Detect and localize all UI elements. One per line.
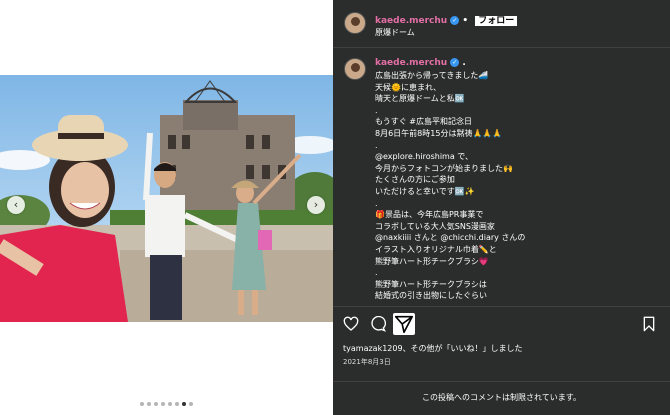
carousel-dot xyxy=(161,402,165,406)
carousel-dot xyxy=(175,402,179,406)
caption-line: 熊野筆ハート形チークブラシは xyxy=(375,279,487,289)
carousel-next-button[interactable]: › xyxy=(307,196,325,214)
carousel-dot xyxy=(189,402,193,406)
caption-line: 晴天と原爆ドームと私🆗 xyxy=(375,94,465,104)
comments-disabled-notice: この投稿へのコメントは制限されています。 xyxy=(333,381,670,415)
caption-line: . xyxy=(375,140,378,150)
post-side-panel: kaede.merchu ✓ • フォロー 原爆ドーム kaede.merchu ✓… xyxy=(333,0,670,415)
carousel-dot xyxy=(140,402,144,406)
caption-line: たくさんの方にご参加 xyxy=(375,175,455,185)
carousel-indicator xyxy=(0,402,333,406)
caption-line: 今月からフォトコンが始まりました🙌 xyxy=(375,163,513,173)
follow-button[interactable]: フォロー xyxy=(475,16,518,26)
caption-line: コラボしている大人気SNS漫画家 xyxy=(375,221,495,231)
caption-line: . xyxy=(375,268,378,278)
caption-area: kaede.merchu ✓ . 広島出張から帰ってきました🚄 天候🌞に恵まれ、晴天… xyxy=(333,49,670,307)
paper-plane-icon[interactable] xyxy=(393,313,415,335)
post-photo[interactable]: ‹ › xyxy=(0,75,333,322)
heart-icon[interactable] xyxy=(343,316,359,332)
action-bar xyxy=(333,308,670,340)
verified-badge-icon: ✓ xyxy=(450,16,460,25)
location-link[interactable]: 原爆ドーム xyxy=(375,27,415,38)
bookmark-icon[interactable] xyxy=(641,316,657,332)
photo-illustration xyxy=(0,75,333,322)
header-username: kaede.merchu ✓ • フォロー xyxy=(375,13,518,26)
caption-line: @naxkiiii さんと @chicchi.diary さんの xyxy=(375,233,526,243)
caption-username: kaede.merchu ✓ . xyxy=(375,58,466,68)
caption-line: 熊野筆ハート形チークブラシ💗 xyxy=(375,256,489,266)
caption-line: 🎁景品は、今年広島PR事業で xyxy=(375,210,484,220)
caption-line: . xyxy=(375,105,378,115)
verified-badge-icon: ✓ xyxy=(450,58,460,67)
media-pane: ‹ › xyxy=(0,0,333,415)
caption-line: 広島出張から帰ってきました🚄 xyxy=(375,71,489,80)
caption-line: 結婚式の引き出物にしたぐらい xyxy=(375,291,487,301)
caption-line: 天候🌞に恵まれ、 xyxy=(375,82,442,92)
carousel-dot xyxy=(147,402,151,406)
comment-icon[interactable] xyxy=(370,316,386,332)
post-date[interactable]: 2021年8月3日 xyxy=(343,357,391,367)
caption-avatar[interactable] xyxy=(344,58,366,80)
caption-line: イラスト入りオリジナル巾着✏️と xyxy=(375,244,497,254)
likes-summary[interactable]: tyamazak1209、その他が「いいね！」しました xyxy=(343,343,523,354)
caption-line: いただけると幸いです🆗✨ xyxy=(375,186,475,196)
username-link[interactable]: kaede.merchu xyxy=(375,16,447,26)
caption-line: 8月6日午前8時15分は黙祷🙏🙏🙏 xyxy=(375,128,503,138)
avatar[interactable] xyxy=(344,12,366,34)
caption-text: 広島出張から帰ってきました🚄 天候🌞に恵まれ、晴天と原爆ドームと私🆗. もうすぐ #… xyxy=(375,70,655,302)
carousel-dot xyxy=(182,402,186,406)
caption-line: @explore.hiroshima で、 xyxy=(375,152,473,162)
carousel-dot xyxy=(154,402,158,406)
caption-username-link[interactable]: kaede.merchu xyxy=(375,58,447,68)
post-header: kaede.merchu ✓ • フォロー 原爆ドーム xyxy=(333,0,670,48)
carousel-prev-button[interactable]: ‹ xyxy=(7,196,25,214)
caption-line: . xyxy=(375,198,378,208)
carousel-dot xyxy=(168,402,172,406)
caption-line: もうすぐ #広島平和記念日 xyxy=(375,117,473,127)
